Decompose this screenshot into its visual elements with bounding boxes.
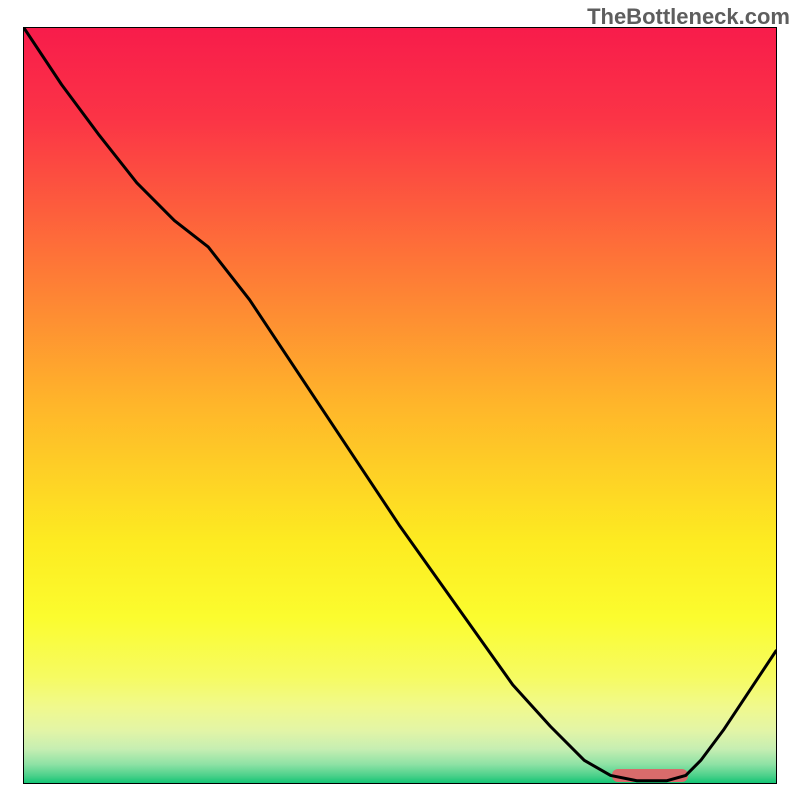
optimum-marker	[612, 769, 687, 782]
plot-area	[23, 27, 777, 784]
chart-container: TheBottleneck.com	[0, 0, 800, 800]
gradient-background	[24, 28, 776, 783]
